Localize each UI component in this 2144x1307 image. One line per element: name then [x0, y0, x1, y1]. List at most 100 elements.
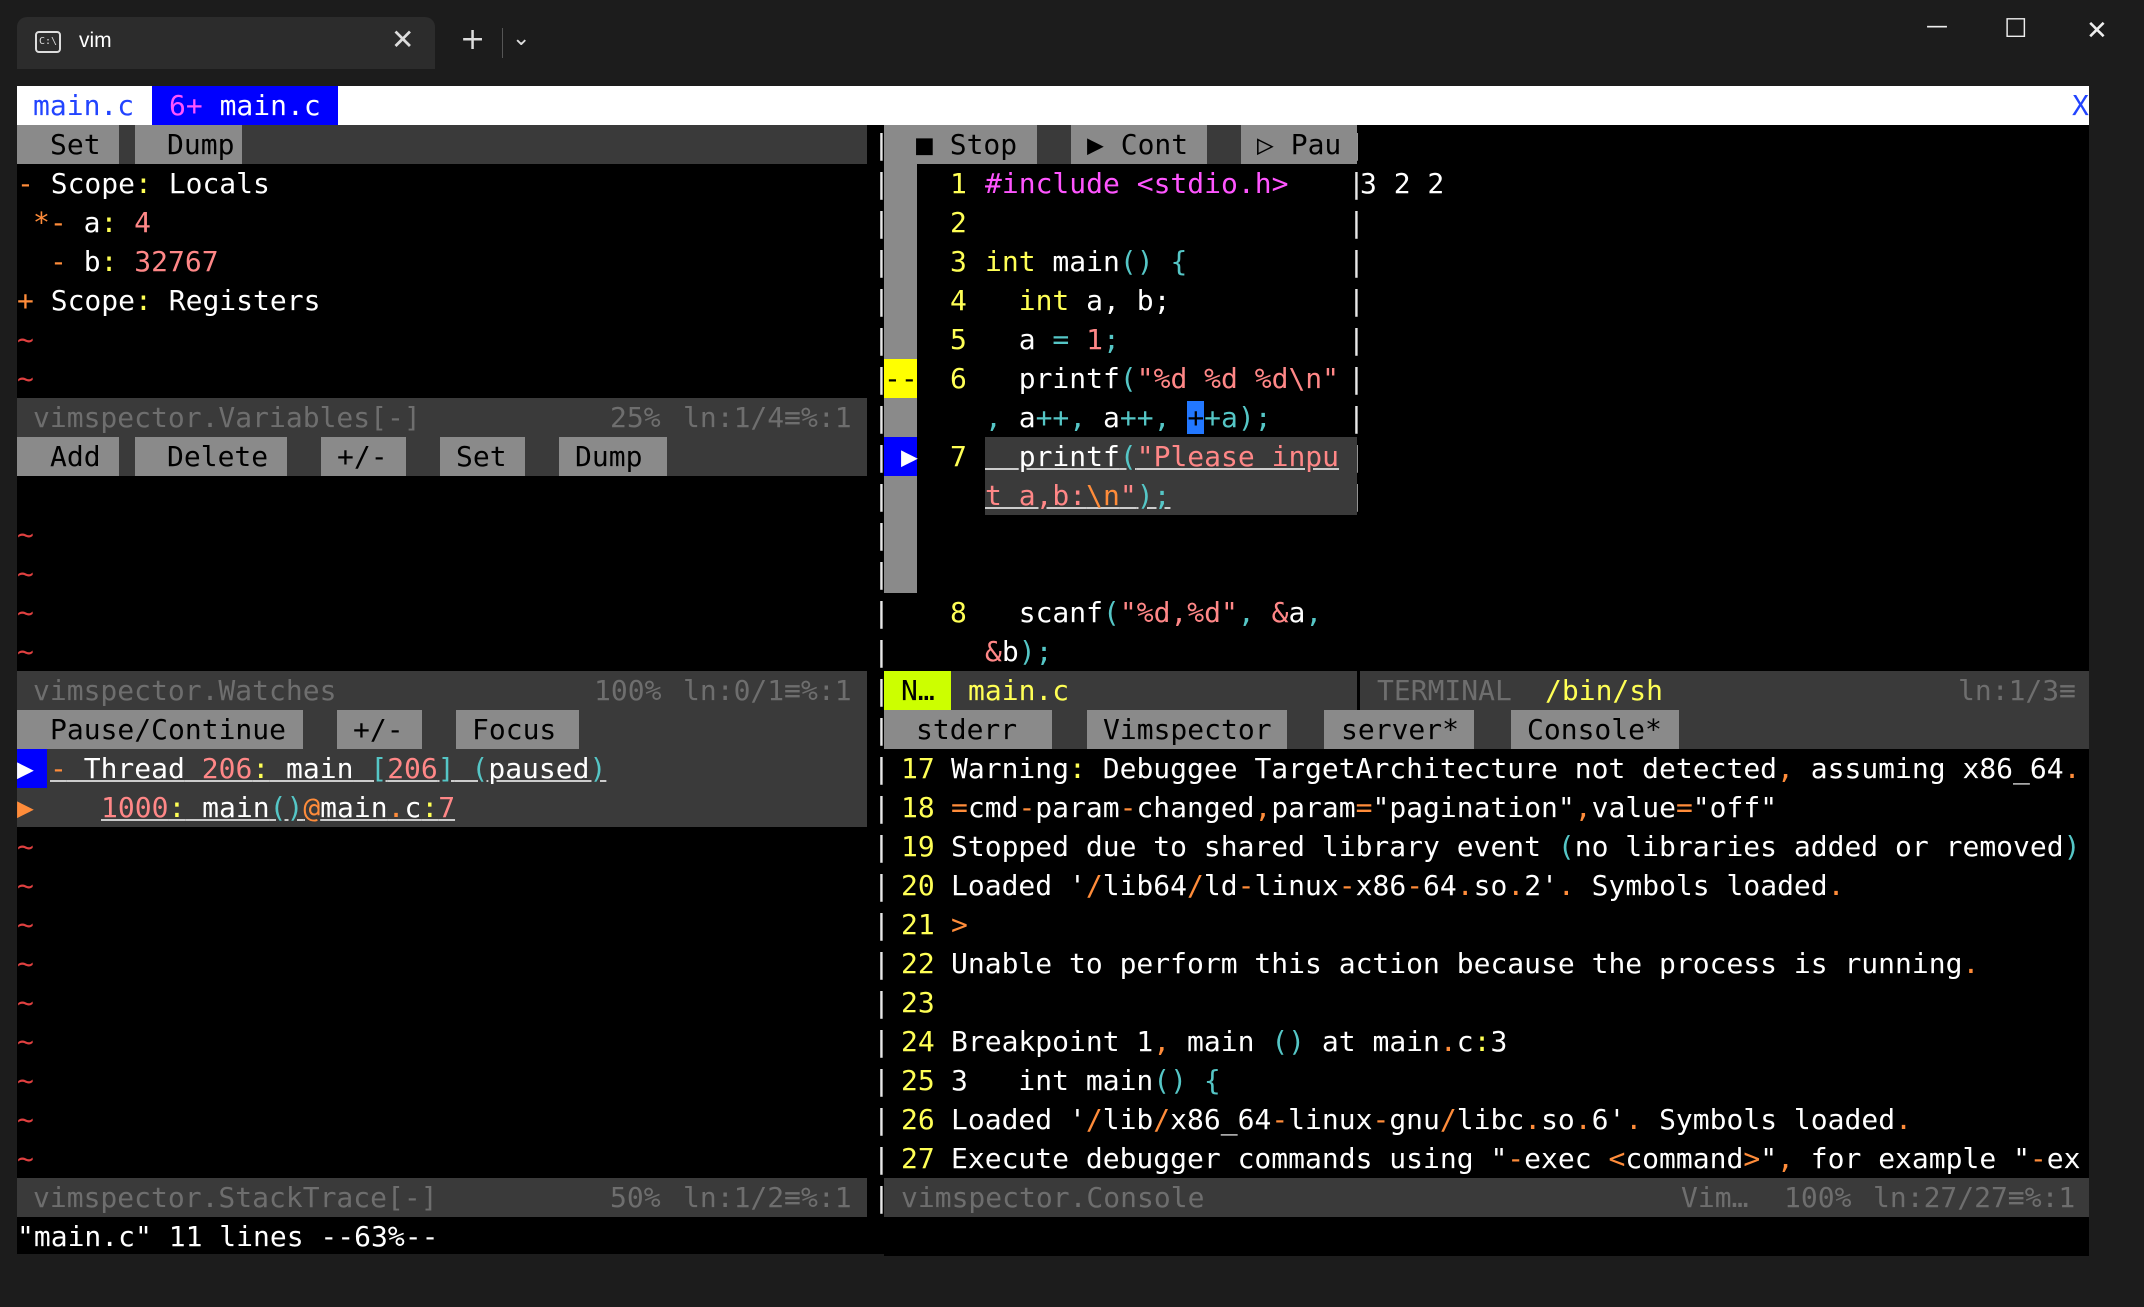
empty-line-tilde: ~ [17, 1064, 34, 1097]
empty-line-tilde: ~ [17, 362, 34, 395]
terminal-status-label: TERMINAL [1377, 674, 1512, 707]
watches-dump-button[interactable]: Dump [575, 437, 642, 476]
line-number: 2 [950, 206, 967, 239]
code-status-filename: main.c [968, 674, 1070, 707]
maximize-button[interactable]: ☐ [2004, 14, 2027, 44]
watches-status-pos: ln:0/1≡%:1 [683, 674, 852, 707]
console-line-27-wrap-1[interactable]: ec info registers" will list registers i… [951, 1178, 2080, 1217]
text-cursor: + [1187, 401, 1205, 434]
line-number: 18 [901, 791, 935, 824]
pause-button[interactable]: ▷ Pau [1257, 125, 1341, 164]
console-tab-console[interactable]: Console* [1527, 710, 1662, 749]
program-counter-icon: ▶ [901, 440, 918, 473]
console-line-20[interactable]: Loaded '/lib64/ld-linux-x86-64.so.2'. Sy… [951, 866, 1845, 905]
thread-row[interactable]: - Thread 206: main [206] (paused) [50, 749, 606, 788]
code-line-3[interactable]: int main() { [985, 242, 1187, 281]
console-tab-server[interactable]: server* [1341, 710, 1459, 749]
console-line-18[interactable]: =cmd-param-changed,param="pagination",va… [951, 788, 1777, 827]
watches-status-pct: 100% [594, 674, 662, 707]
code-line-6[interactable]: printf("%d %d %d\n" [985, 359, 1339, 398]
code-line-4[interactable]: int a, b; [985, 281, 1171, 320]
line-number: 5 [950, 323, 967, 356]
stacktrace-toggle-button[interactable]: +/- [353, 710, 404, 749]
button-gap [525, 437, 559, 476]
console-tab-vimspector[interactable]: Vimspector [1103, 710, 1272, 749]
line-number: 21 [901, 908, 935, 941]
variable-a-row[interactable]: *- a: 4 [33, 203, 151, 242]
tabline-tab-main-c[interactable]: main.c [33, 86, 134, 125]
scope-locals-row[interactable]: - Scope: Locals [17, 164, 270, 203]
terminal-tab[interactable]: C:\ vim ✕ [17, 17, 435, 69]
breakpoint-sign-icon[interactable]: -- [884, 359, 918, 398]
empty-line-tilde: ~ [17, 1103, 34, 1136]
tab-title: vim [79, 29, 112, 52]
code-statusline [884, 671, 1357, 710]
variables-status-pos: ln:1/4≡%:1 [683, 401, 852, 434]
continue-button[interactable]: ▶ Cont [1087, 125, 1188, 164]
button-gap [422, 710, 456, 749]
console-line-21[interactable]: > [951, 905, 968, 944]
console-line-19[interactable]: Stopped due to shared library event (no … [951, 827, 2080, 866]
vim-terminal[interactable]: main.c 6+ main.c X | | | | | | | | | | |… [17, 86, 2089, 1256]
variables-set-button[interactable]: Set [50, 125, 101, 164]
minimize-button[interactable]: — [1926, 14, 1948, 39]
empty-line-tilde: ~ [17, 518, 34, 551]
button-gap [119, 437, 135, 476]
stop-button[interactable]: ■ Stop [916, 125, 1017, 164]
console-line-27-wrap-2[interactable]: gger) [951, 1217, 1035, 1256]
console-line-27[interactable]: Execute debugger commands using "-exec <… [951, 1139, 2081, 1178]
thread-sign-icon: ▶ [17, 752, 34, 785]
line-number: 24 [901, 1025, 935, 1058]
console-line-25[interactable]: 3 int main() { [951, 1061, 1221, 1100]
code-line-7[interactable]: printf("Please inpu [985, 437, 1339, 476]
window-titlebar: C:\ vim ✕ + ⌄ — ☐ ✕ [0, 0, 2144, 86]
scope-registers-row[interactable]: + Scope: Registers [17, 281, 320, 320]
new-tab-button[interactable]: + [460, 22, 485, 57]
stacktrace-focus-button[interactable]: Focus [472, 710, 556, 749]
pause-continue-button[interactable]: Pause/Continue [50, 710, 286, 749]
console-tab-stderr[interactable]: stderr [916, 710, 1017, 749]
tabline-selected-tab[interactable]: 6+ main.c [169, 86, 321, 125]
watches-add-button[interactable]: Add [50, 437, 101, 476]
stacktrace-status-pct: 50% [610, 1181, 661, 1214]
window-close-button[interactable]: ✕ [2086, 16, 2108, 46]
button-gap [119, 125, 135, 164]
button-gap [1207, 125, 1241, 164]
frame-sign-icon: ▶ [17, 791, 34, 824]
line-number: 8 [950, 596, 967, 629]
console-line-22[interactable]: Unable to perform this action because th… [951, 944, 1979, 983]
code-line-8[interactable]: scanf("%d,%d", &a, [985, 593, 1339, 632]
empty-line-tilde: ~ [17, 830, 34, 863]
console-tabbar [884, 710, 2089, 749]
watches-set-button[interactable]: Set [456, 437, 507, 476]
tabline-close-button[interactable]: X [2072, 86, 2089, 125]
terminal-status-shell: /bin/sh [1545, 674, 1664, 707]
empty-line-tilde: ~ [17, 557, 34, 590]
code-line-7-wrap[interactable]: t a,b:\n"); [985, 476, 1170, 515]
variables-dump-button[interactable]: Dump [167, 125, 234, 164]
code-line-5[interactable]: a = 1; [985, 320, 1120, 359]
tab-close-icon[interactable]: ✕ [391, 23, 414, 56]
watches-delete-button[interactable]: Delete [167, 437, 268, 476]
variable-b-row[interactable]: - b: 32767 [50, 242, 219, 281]
console-line-17[interactable]: Warning: Debuggee TargetArchitecture not… [951, 749, 2080, 788]
terminal-output[interactable]: 3 2 2 [1360, 164, 1444, 203]
line-number: 20 [901, 869, 935, 902]
empty-line-tilde: ~ [17, 869, 34, 902]
frame-row[interactable]: 1000: main()@main.c:7 [101, 788, 455, 827]
stacktrace-status-name: vimspector.StackTrace[-] [33, 1181, 438, 1214]
watches-toggle-button[interactable]: +/- [337, 437, 388, 476]
line-number: 4 [950, 284, 967, 317]
stacktrace-status-pos: ln:1/2≡%:1 [683, 1181, 852, 1214]
console-line-26[interactable]: Loaded '/lib/x86_64-linux-gnu/libc.so.6'… [951, 1100, 1912, 1139]
mode-indicator: N… [901, 674, 935, 707]
code-line-8-wrap[interactable]: &b); [985, 632, 1052, 671]
line-number: 6 [950, 362, 967, 395]
empty-line-tilde: ~ [17, 596, 34, 629]
button-gap [406, 437, 440, 476]
code-line-6-wrap[interactable]: , a++, a++, ++a); [985, 398, 1272, 437]
chevron-down-icon[interactable]: ⌄ [512, 26, 530, 51]
code-line-1[interactable]: #include <stdio.h> [985, 164, 1288, 203]
console-line-24[interactable]: Breakpoint 1, main () at main.c:3 [951, 1022, 1507, 1061]
empty-line-tilde: ~ [17, 908, 34, 941]
